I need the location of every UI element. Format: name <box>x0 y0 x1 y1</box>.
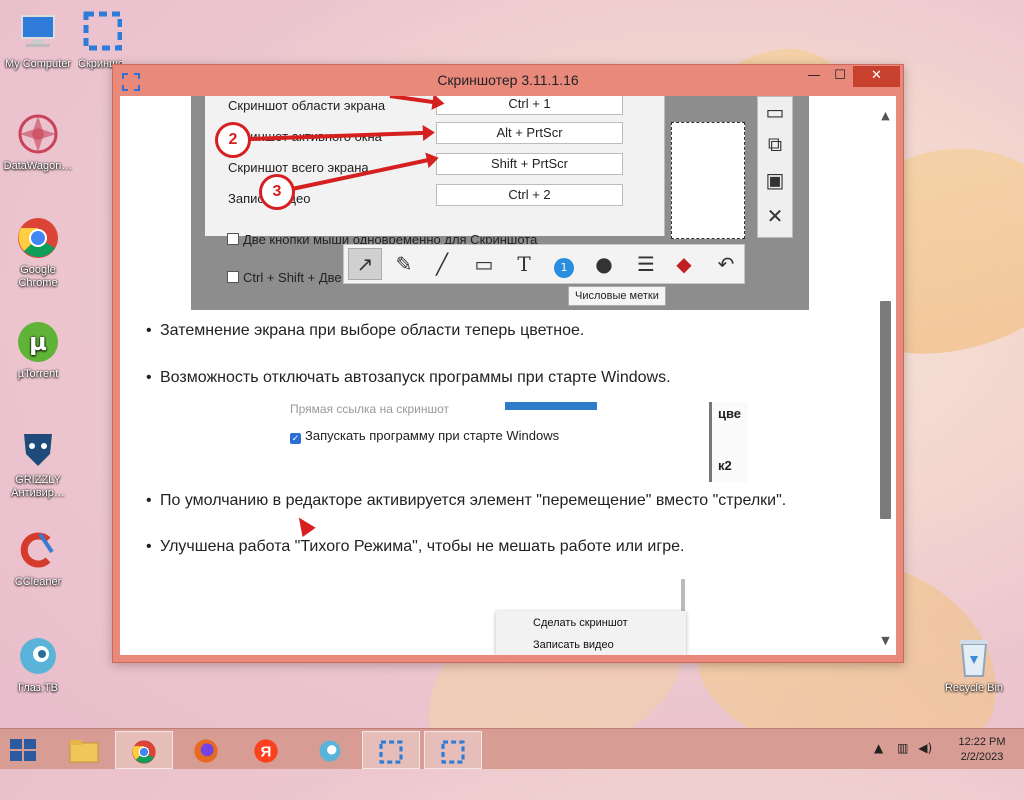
taskbar-firefox-icon[interactable] <box>178 731 234 767</box>
blur-tool-icon: ● <box>595 252 613 276</box>
desktop-icon-grizzly[interactable]: GRIZZLY Антивир… <box>0 424 76 500</box>
rectangle-tool-icon: ▭ <box>474 252 494 276</box>
scroll-thumb[interactable] <box>880 301 891 519</box>
desktop-icon-google-chrome[interactable]: Google Chrome <box>0 214 76 290</box>
divider <box>681 579 685 611</box>
desktop-icon-datawagon[interactable]: DataWagon… <box>0 110 76 173</box>
menu-item-record-video: Записать видео <box>533 639 614 651</box>
hotkey-label: Скриншот области экрана <box>228 98 386 113</box>
screenshoter-icon <box>78 8 122 56</box>
autostart-screenshot: Прямая ссылка на скриншот ✓ Запускать про… <box>288 402 748 482</box>
hotkey-label: Скриншот всего экрана <box>228 160 369 175</box>
system-tray: ▲ ▥ ◀) <box>874 741 932 755</box>
close-button[interactable]: ✕ <box>853 66 900 87</box>
hotkey-field: Ctrl + 2 <box>436 184 623 206</box>
ccleaner-icon <box>14 526 62 574</box>
pencil-tool-icon: ✎ <box>395 252 413 276</box>
taskbar-explorer-icon[interactable] <box>56 731 112 767</box>
selection-rectangle <box>671 122 745 239</box>
line-width-icon: ☰ <box>637 252 655 276</box>
glaz-tv-icon <box>14 632 62 680</box>
volume-icon[interactable]: ◀) <box>918 741 932 755</box>
autostart-checkbox: ✓ Запускать программу при старте Windows <box>290 428 560 444</box>
desktop-icon-ccleaner[interactable]: CCleaner <box>0 526 76 589</box>
chrome-icon <box>14 214 62 262</box>
arrow-tool-icon: ↗ <box>348 248 382 280</box>
window-title: Скриншотер 3.11.1.16 <box>437 72 579 88</box>
recycle-bin-icon <box>950 632 998 680</box>
hotkey-field: Alt + PrtScr <box>436 122 623 144</box>
vertical-scrollbar[interactable]: ▲ ▼ <box>875 96 896 655</box>
menu-item-take-screenshot: Сделать скриншот <box>533 617 628 629</box>
text-tool-icon: T <box>517 252 531 276</box>
save-icon: ▣ <box>765 168 785 192</box>
annotation-arrow <box>292 513 316 537</box>
window-content: Скриншот области экрана Ctrl + 1 Скриншо… <box>120 96 896 655</box>
taskbar-glaz-tv-icon[interactable] <box>302 731 358 767</box>
annotation-marker-2: 2 <box>215 122 251 158</box>
minimize-button[interactable]: — <box>801 66 827 87</box>
check-icon: ✓ <box>290 433 301 444</box>
scroll-up-icon[interactable]: ▲ <box>875 106 896 126</box>
maximize-button[interactable]: ☐ <box>827 66 853 87</box>
window-titlebar[interactable]: Скриншотер 3.11.1.16 — ☐ ✕ <box>113 65 903 96</box>
bullet-item: Возможность отключать автозапуск програм… <box>146 369 671 387</box>
pro-button <box>505 402 597 410</box>
computer-icon <box>14 8 62 56</box>
hotkey-field: Ctrl + 1 <box>436 96 623 115</box>
desktop-icon-screenshoter[interactable]: Скриншотер <box>78 8 122 71</box>
copy-icon: ⧉ <box>767 132 783 156</box>
side-toolbar: ▭ ⧉ ▣ ✕ <box>757 96 793 238</box>
close-icon: ✕ <box>766 204 784 228</box>
grizzly-icon <box>14 424 62 472</box>
annotation-marker-3: 3 <box>259 174 295 210</box>
desktop-icon-glaz-tv[interactable]: Глаз.ТВ <box>0 632 76 695</box>
taskbar: Я ▲ ▥ ◀) 12:22 PM 2/2/2023 <box>0 728 1024 769</box>
bullet-item: Улучшена работа "Тихого Режима", чтобы н… <box>146 538 684 556</box>
upload-icon: ▭ <box>765 100 785 124</box>
bullet-item: По умолчанию в редакторе активируется эл… <box>146 492 786 510</box>
cropped-panel: цве к2 <box>709 402 748 482</box>
context-menu: Сделать скриншот Записать видео <box>496 611 686 655</box>
editor-toolbar: ↗ ✎ ╱ ▭ T 1 ● ☰ ◆ ↶ <box>343 244 745 284</box>
number-marker-tool-icon: 1 <box>548 249 580 279</box>
utorrent-icon: µ <box>14 318 62 366</box>
color-palette-icon: ◆ <box>676 252 692 276</box>
datawagon-icon <box>14 110 62 158</box>
tooltip-number-marks: Числовые метки <box>568 286 666 306</box>
svg-text:Я: Я <box>261 743 272 760</box>
direct-link-label: Прямая ссылка на скриншот <box>290 402 449 416</box>
taskbar-yandex-icon[interactable]: Я <box>238 731 294 767</box>
taskbar-clock[interactable]: 12:22 PM 2/2/2023 <box>952 735 1012 765</box>
tray-menu-screenshot: Сделать скриншот Записать видео <box>494 579 694 655</box>
line-tool-icon: ╱ <box>435 252 449 276</box>
svg-text:µ: µ <box>29 328 47 356</box>
bullet-item: Затемнение экрана при выборе области теп… <box>146 322 584 340</box>
screenshoter-window: Скриншотер 3.11.1.16 — ☐ ✕ Скриншот обла… <box>112 64 904 663</box>
desktop-icon-utorrent[interactable]: µ µTorrent <box>0 318 76 381</box>
start-button[interactable] <box>10 739 38 761</box>
taskbar-chrome-icon[interactable] <box>115 731 173 769</box>
chevron-up-icon[interactable]: ▲ <box>874 741 883 755</box>
checkbox-ctrl-shift: Ctrl + Shift + Две <box>227 270 342 285</box>
desktop-icon-recycle-bin[interactable]: Recycle Bin <box>936 632 1012 695</box>
scroll-down-icon[interactable]: ▼ <box>875 631 896 651</box>
taskbar-screenshoter-icon[interactable] <box>424 731 482 769</box>
network-icon[interactable]: ▥ <box>897 741 908 755</box>
taskbar-screenshoter-icon[interactable] <box>362 731 420 769</box>
undo-icon: ↶ <box>717 252 735 276</box>
hotkey-field: Shift + PrtScr <box>436 153 623 175</box>
desktop-icon-my-computer[interactable]: My Computer <box>0 8 76 71</box>
